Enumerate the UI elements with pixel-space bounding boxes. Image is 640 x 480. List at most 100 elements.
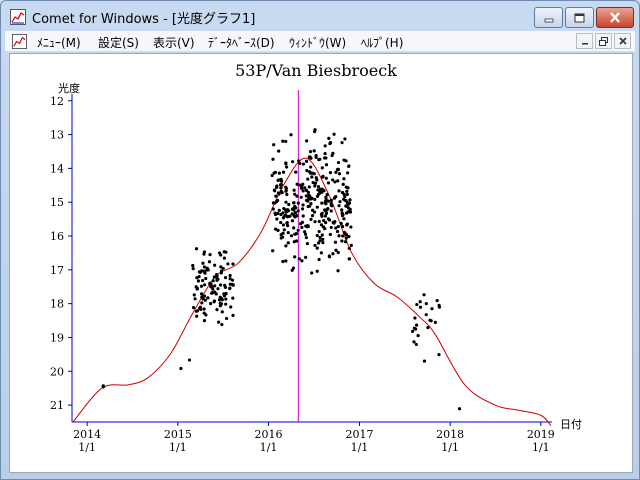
observation-point xyxy=(202,319,207,323)
observation-point xyxy=(305,169,309,173)
observation-point xyxy=(345,189,349,193)
observation-point xyxy=(424,313,428,317)
observation-point xyxy=(275,217,279,221)
observation-point xyxy=(200,301,204,305)
observation-point xyxy=(287,214,291,219)
observation-point xyxy=(300,225,304,230)
observation-point xyxy=(281,223,285,227)
x-tick-label-date: 1/1 xyxy=(169,441,187,454)
observation-point xyxy=(293,255,297,259)
menu-help[interactable]: ﾍﾙﾌﾟ(H) xyxy=(361,34,403,51)
observation-point xyxy=(334,226,338,230)
observation-point xyxy=(414,342,418,347)
observation-point xyxy=(191,306,196,310)
observation-point xyxy=(326,207,330,211)
observation-point xyxy=(342,230,346,235)
observation-point xyxy=(208,252,212,257)
observation-point xyxy=(318,235,322,240)
child-window-icon[interactable] xyxy=(12,34,27,49)
observation-point xyxy=(312,149,316,153)
observation-point xyxy=(199,284,204,288)
observation-point xyxy=(195,314,199,318)
observation-point xyxy=(315,205,319,209)
x-tick-label-year: 2015 xyxy=(164,428,192,441)
menu-menu[interactable]: ﾒﾆｭｰ(M) xyxy=(37,34,81,51)
observation-point xyxy=(301,203,305,207)
observation-point xyxy=(209,285,213,289)
maximize-button[interactable] xyxy=(565,7,594,28)
observation-point xyxy=(336,179,340,183)
observation-point xyxy=(284,259,288,263)
observation-point xyxy=(303,230,307,234)
observation-point xyxy=(187,358,192,362)
observation-point xyxy=(320,201,324,205)
observation-point xyxy=(347,257,351,261)
observation-point xyxy=(415,302,419,307)
observation-point xyxy=(223,285,228,289)
observation-point xyxy=(199,292,204,296)
observation-point xyxy=(220,322,224,327)
observation-point xyxy=(310,208,315,212)
observation-point xyxy=(331,220,335,225)
observation-point xyxy=(326,199,330,203)
menu-window[interactable]: ｳｨﾝﾄﾞｳ(W) xyxy=(289,34,346,51)
observation-point xyxy=(308,194,312,199)
graph-app-icon[interactable] xyxy=(10,9,26,25)
observation-point xyxy=(414,323,419,327)
x-tick-label-year: 2016 xyxy=(255,428,283,441)
observation-point xyxy=(285,192,289,197)
observation-point xyxy=(308,150,313,154)
observation-point xyxy=(342,217,346,221)
observation-point xyxy=(220,298,224,302)
minimize-icon xyxy=(544,18,553,22)
x-tick-label-year: 2018 xyxy=(436,428,464,441)
observation-point xyxy=(314,155,318,159)
observation-point xyxy=(276,191,280,195)
menu-settings[interactable]: 設定(S) xyxy=(98,34,139,51)
observation-point xyxy=(332,132,336,136)
observation-point xyxy=(293,232,297,236)
observation-point xyxy=(435,298,439,303)
observation-point xyxy=(414,327,418,331)
observation-point xyxy=(347,164,351,169)
title-bar[interactable]: Comet for Windows - [光度グラフ1] xyxy=(1,1,639,31)
child-restore-button[interactable] xyxy=(595,33,612,49)
observation-point xyxy=(216,287,220,291)
menu-database[interactable]: ﾃﾞｰﾀﾍﾞｰｽ(D) xyxy=(208,34,275,51)
observation-point xyxy=(277,171,281,175)
x-tick-label-date: 1/1 xyxy=(78,441,96,454)
observation-point xyxy=(317,219,321,224)
observation-point xyxy=(309,202,313,206)
observation-point xyxy=(202,252,206,256)
observation-point xyxy=(224,292,228,296)
observation-point xyxy=(340,141,344,145)
observation-point xyxy=(226,262,230,266)
observation-point xyxy=(305,139,309,143)
child-minimize-icon xyxy=(581,43,588,45)
minimize-button[interactable] xyxy=(534,7,563,28)
observation-point xyxy=(424,302,428,306)
x-axis-label: 日付 xyxy=(560,418,582,431)
observation-point xyxy=(320,166,324,170)
observation-point xyxy=(300,207,305,211)
observation-point xyxy=(300,259,304,263)
observation-point xyxy=(341,182,345,187)
child-minimize-button[interactable] xyxy=(576,33,593,49)
observation-point xyxy=(306,224,310,228)
observation-point xyxy=(344,236,348,240)
observation-point xyxy=(277,149,281,153)
close-button[interactable] xyxy=(596,7,634,28)
observation-point xyxy=(206,268,210,272)
observation-point xyxy=(329,203,333,207)
observation-point xyxy=(326,181,331,185)
observation-point xyxy=(315,269,319,273)
observation-point xyxy=(286,241,290,245)
child-close-button[interactable] xyxy=(614,33,631,49)
observation-point xyxy=(195,286,200,291)
observation-point xyxy=(231,313,235,317)
observation-point xyxy=(271,157,275,161)
observation-point xyxy=(320,175,324,179)
menu-view[interactable]: 表示(V) xyxy=(153,34,195,51)
observation-point xyxy=(191,263,195,268)
observation-point xyxy=(347,201,352,205)
